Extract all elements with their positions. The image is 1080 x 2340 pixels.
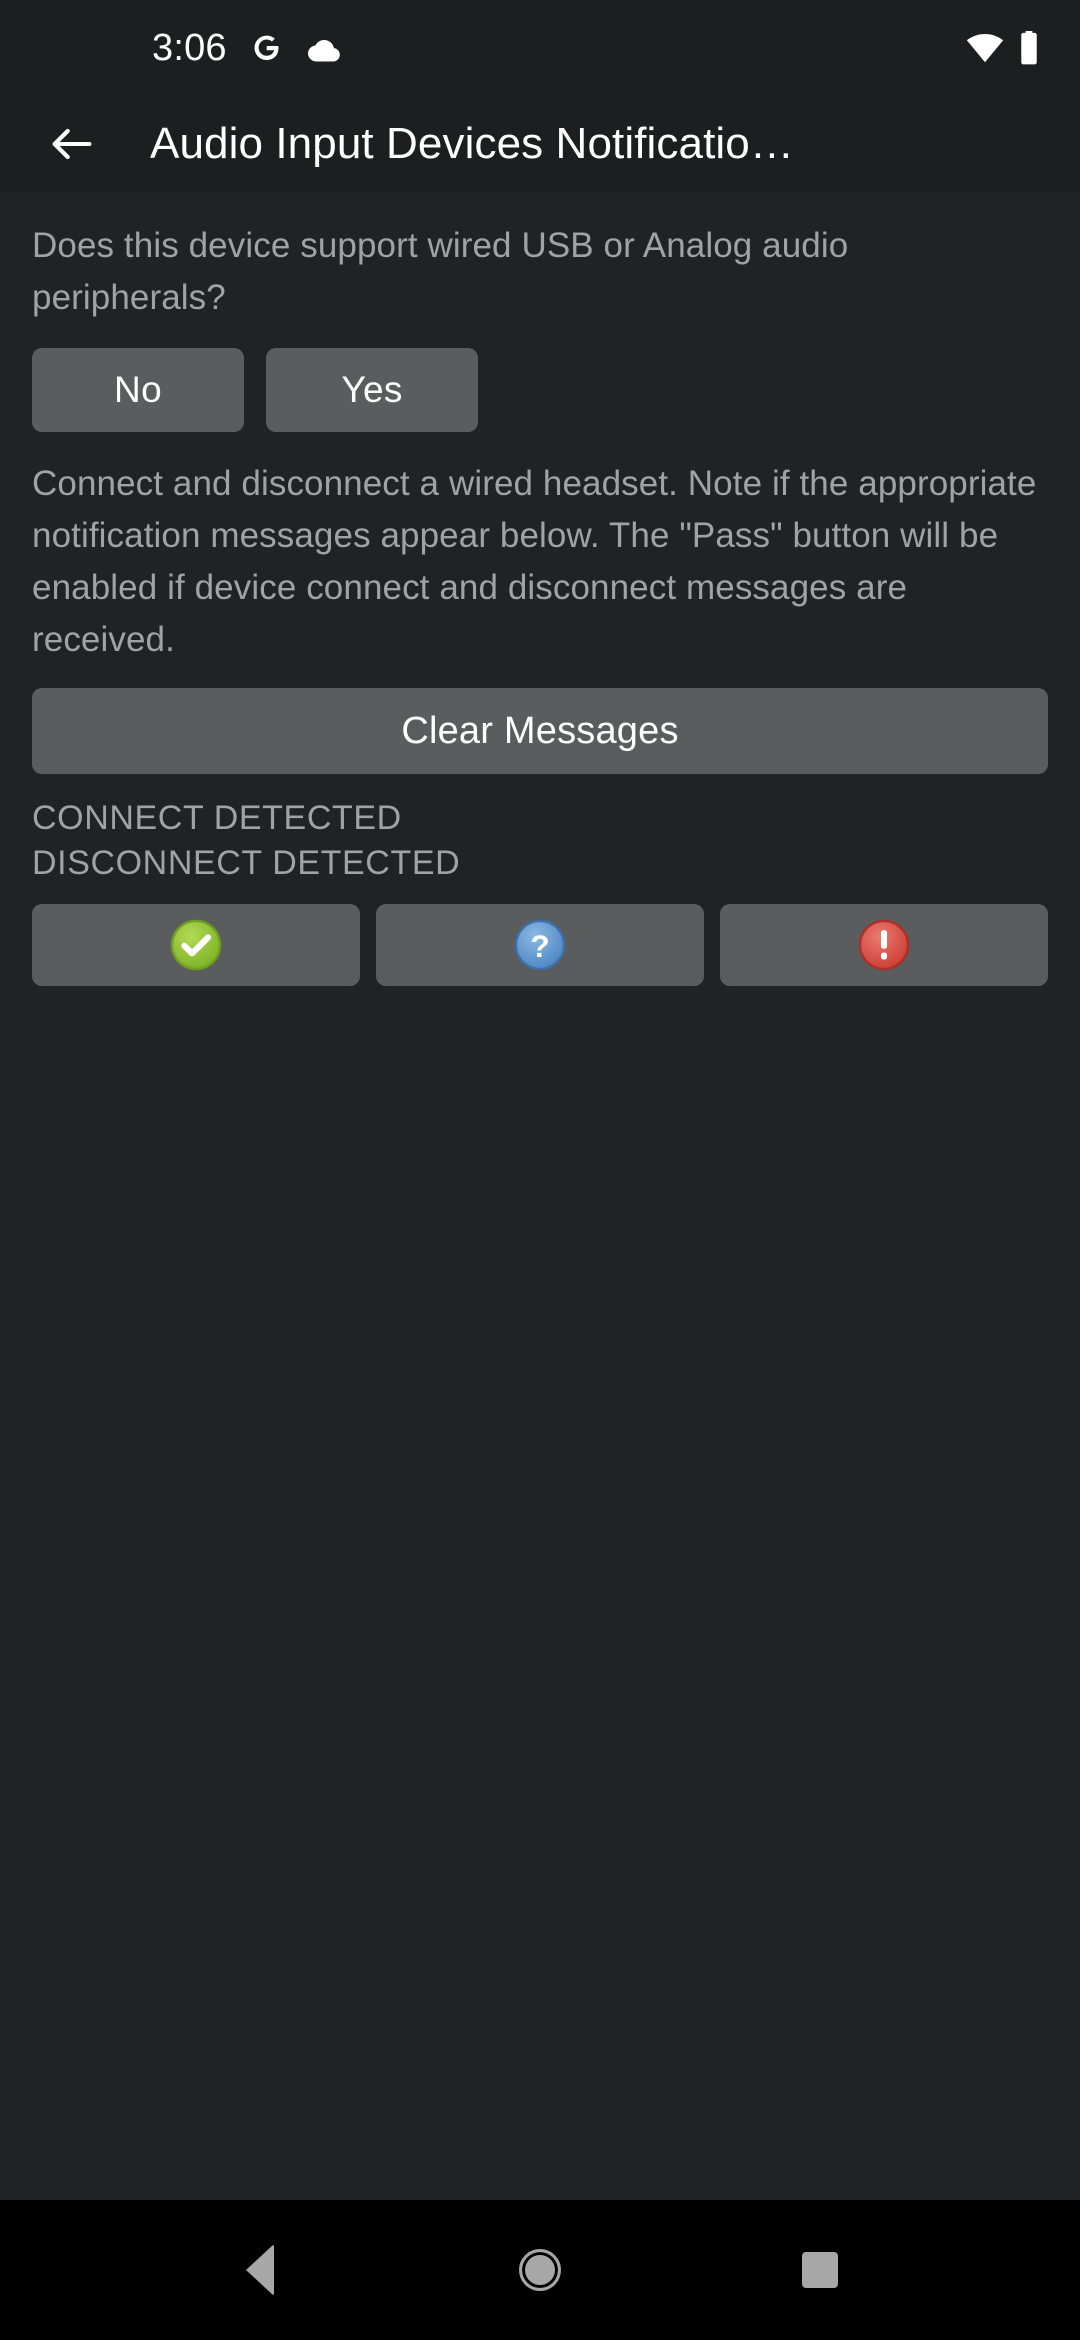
connect-detected-label: CONNECT DETECTED [32, 799, 402, 837]
main-content: Does this device support wired USB or An… [0, 192, 1080, 2200]
back-button[interactable] [36, 108, 108, 180]
recents-nav-icon [802, 2252, 838, 2288]
back-nav-button[interactable] [200, 2210, 320, 2330]
page-title: Audio Input Devices Notificatio… [150, 119, 794, 168]
screen-root: 3:06 Audio Input Devices Notificatio… Do… [0, 0, 1080, 2340]
home-nav-button[interactable] [480, 2210, 600, 2330]
cloud-icon [305, 33, 341, 63]
navigation-bar [0, 2200, 1080, 2340]
svg-text:?: ? [530, 928, 549, 964]
status-bar-right [966, 31, 1040, 65]
fail-button[interactable] [720, 904, 1048, 986]
info-button[interactable]: ? [376, 904, 704, 986]
question-circle-icon: ? [512, 917, 568, 973]
wifi-icon [966, 33, 1004, 63]
status-bar: 3:06 [0, 0, 1080, 96]
instructions-text: Connect and disconnect a wired headset. … [32, 464, 1037, 659]
pass-button[interactable] [32, 904, 360, 986]
arrow-back-icon [46, 118, 98, 170]
google-g-icon [249, 31, 283, 65]
recents-nav-button[interactable] [760, 2210, 880, 2330]
exclamation-circle-icon [856, 917, 912, 973]
answer-yes-button[interactable]: Yes [266, 348, 478, 432]
verdict-button-row: ? [32, 904, 1048, 986]
back-nav-icon [246, 2244, 274, 2296]
answer-button-row: No Yes [32, 348, 1048, 432]
answer-no-button[interactable]: No [32, 348, 244, 432]
disconnect-detected-label: DISCONNECT DETECTED [32, 844, 461, 882]
check-circle-icon [168, 917, 224, 973]
clear-messages-button[interactable]: Clear Messages [32, 688, 1048, 774]
status-bar-clock: 3:06 [152, 27, 227, 69]
home-nav-icon [519, 2249, 561, 2291]
battery-icon [1018, 31, 1040, 65]
status-bar-left: 3:06 [0, 29, 341, 67]
detection-status-list: CONNECT DETECTED DISCONNECT DETECTED [32, 796, 1048, 886]
support-question-text: Does this device support wired USB or An… [32, 226, 849, 317]
action-bar: Audio Input Devices Notificatio… [0, 96, 1080, 192]
